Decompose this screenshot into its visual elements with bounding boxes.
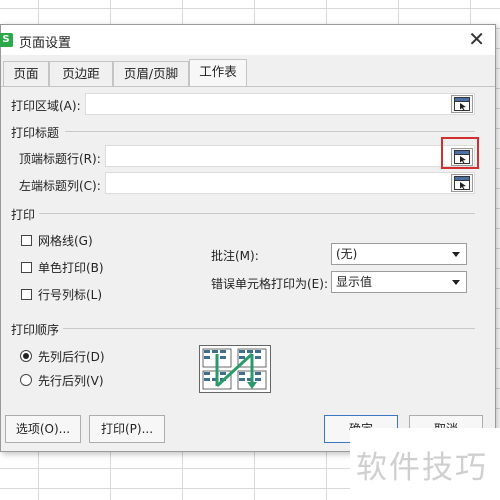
row-col-headings-checkbox[interactable]: [21, 289, 32, 300]
range-select-icon: [454, 176, 470, 190]
print-area-label: 打印区域(A):: [11, 99, 81, 113]
print-order-section-title: 打印顺序: [11, 323, 60, 337]
gridlines-checkbox[interactable]: [21, 235, 32, 246]
comments-select[interactable]: (无): [331, 243, 467, 265]
range-select-icon: [454, 97, 470, 111]
chevron-down-icon: [452, 280, 460, 285]
down-then-over-label[interactable]: 先列后行(D): [38, 348, 105, 365]
mono-print-label[interactable]: 单色打印(B): [38, 259, 104, 276]
gridlines-label[interactable]: 网格线(G): [38, 232, 93, 249]
tab-strip: 页面 页边距 页眉/页脚 工作表: [1, 59, 495, 87]
title-rows-input[interactable]: [105, 145, 475, 167]
print-area-picker-button[interactable]: [451, 95, 473, 113]
chevron-down-icon: [452, 252, 460, 257]
comments-select-value: (无): [336, 247, 358, 261]
row-col-headings-label[interactable]: 行号列标(L): [38, 286, 102, 303]
print-order-separator: [63, 328, 475, 329]
title-columns-label: 左端标题列(C):: [19, 179, 101, 193]
print-separator: [39, 213, 475, 214]
options-button[interactable]: 选项(O)...: [5, 415, 81, 443]
error-cells-select[interactable]: 显示值: [331, 271, 467, 293]
wps-app-icon: S: [0, 33, 13, 47]
title-bar: S 页面设置 ✕: [0, 25, 495, 55]
title-rows-label: 顶端标题行(R):: [19, 152, 101, 166]
comments-label: 批注(M):: [211, 249, 259, 263]
page-setup-dialog: S 页面设置 ✕ 页面 页边距 页眉/页脚 工作表 打印区域(A): 打印标题 …: [0, 24, 496, 452]
tab-divider: [1, 86, 495, 87]
error-cells-select-value: 显示值: [336, 275, 373, 289]
tab-page[interactable]: 页面: [3, 61, 49, 86]
error-cells-label: 错误单元格打印为(E):: [211, 277, 328, 291]
print-titles-section-title: 打印标题: [11, 126, 60, 140]
watermark-text: 软件技巧: [356, 450, 488, 486]
over-then-down-radio[interactable]: [20, 374, 32, 386]
title-columns-picker-button[interactable]: [451, 174, 473, 192]
tab-margins[interactable]: 页边距: [49, 61, 113, 86]
page-order-preview-icon: [199, 345, 271, 393]
dialog-title: 页面设置: [19, 36, 72, 51]
tab-sheet[interactable]: 工作表: [189, 59, 247, 86]
print-button[interactable]: 打印(P)...: [89, 415, 165, 443]
down-then-over-radio[interactable]: [20, 350, 32, 362]
mono-print-checkbox[interactable]: [21, 262, 32, 273]
print-area-input[interactable]: [85, 93, 475, 115]
close-icon[interactable]: ✕: [468, 28, 485, 50]
print-titles-separator: [65, 131, 475, 132]
title-columns-input[interactable]: [105, 172, 475, 194]
highlight-box: [441, 137, 479, 169]
tab-header-footer[interactable]: 页眉/页脚: [113, 61, 189, 86]
print-section-title: 打印: [11, 208, 36, 222]
over-then-down-label[interactable]: 先行后列(V): [38, 372, 104, 389]
